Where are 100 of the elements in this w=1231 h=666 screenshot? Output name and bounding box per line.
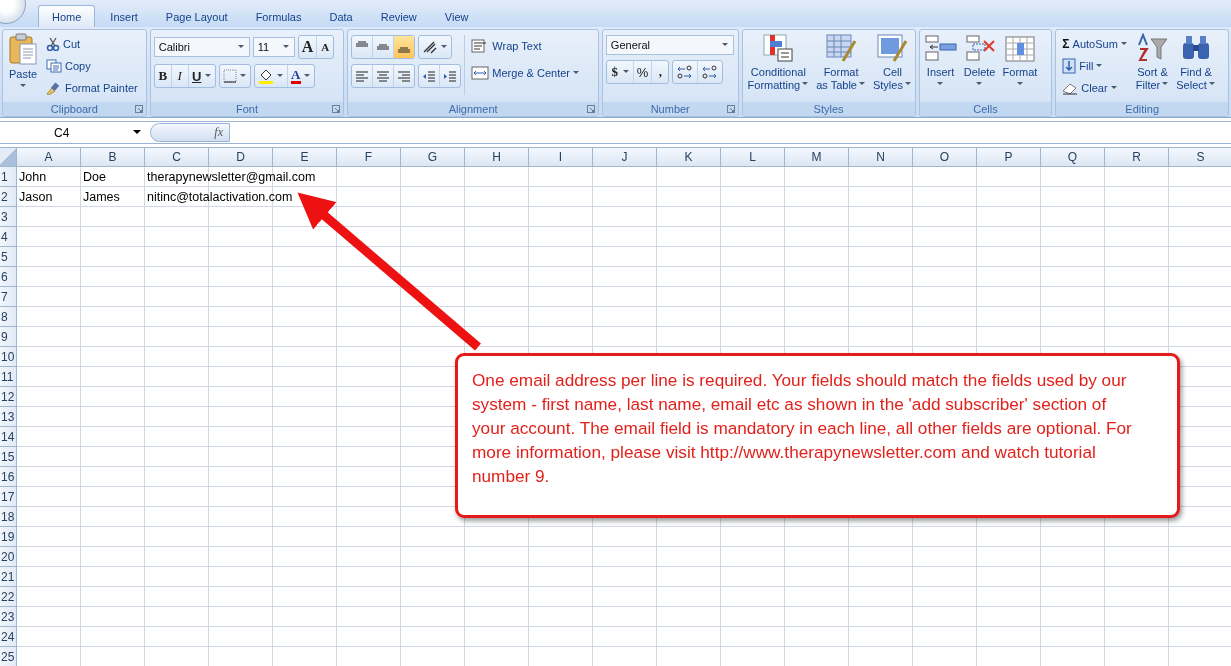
align-icon <box>376 69 391 83</box>
row-header[interactable]: 11 <box>0 367 17 387</box>
row-header[interactable]: 9 <box>0 327 17 347</box>
row-header[interactable]: 6 <box>0 267 17 287</box>
column-header[interactable]: O <box>913 148 977 167</box>
column-header[interactable]: Q <box>1041 148 1105 167</box>
ribbon-tab[interactable]: Data <box>316 6 366 27</box>
ribbon-button[interactable]: A <box>317 36 334 58</box>
group-label: Clipboard <box>50 103 98 115</box>
cell-text: John <box>19 170 47 184</box>
column-header[interactable]: J <box>593 148 657 167</box>
row-header[interactable]: 15 <box>0 447 17 467</box>
ribbon-button[interactable]: Format Painter <box>43 77 141 99</box>
row-header[interactable]: 1 <box>0 167 17 187</box>
ribbon-button[interactable]: I <box>171 65 189 87</box>
column-header[interactable]: E <box>273 148 337 167</box>
ribbon-button[interactable]: Format as Table <box>814 33 868 92</box>
insert-function-button[interactable]: fx <box>214 125 223 140</box>
table-brush-icon <box>825 33 858 63</box>
select-all-button[interactable] <box>0 148 17 167</box>
merge-cells-icon <box>471 66 490 80</box>
caret-icon <box>1162 82 1170 86</box>
row-header[interactable]: 21 <box>0 567 17 587</box>
ribbon-button[interactable]: Copy <box>43 55 141 77</box>
column-header[interactable]: D <box>209 148 273 167</box>
column-header[interactable]: S <box>1169 148 1231 167</box>
row-header[interactable]: 23 <box>0 607 17 627</box>
ribbon-button[interactable]: U <box>188 65 215 87</box>
row-header[interactable]: 25 <box>0 647 17 666</box>
row-header[interactable]: 14 <box>0 427 17 447</box>
caret-icon <box>1120 42 1128 46</box>
row-header[interactable]: 19 <box>0 527 17 547</box>
ribbon-button[interactable]: Σ AutoSum <box>1059 33 1131 55</box>
ribbon-button[interactable]: Merge & Center <box>468 62 583 84</box>
scissors-icon <box>46 37 60 51</box>
cell-text: Doe <box>83 170 106 184</box>
column-header[interactable]: A <box>17 148 81 167</box>
ribbon-button[interactable]: % <box>633 61 653 83</box>
row-header[interactable]: 16 <box>0 467 17 487</box>
ribbon-button[interactable]: Clear <box>1059 77 1131 99</box>
ribbon-button[interactable]: Paste <box>6 33 40 94</box>
ribbon-button[interactable]: Sort & Filter <box>1133 33 1172 92</box>
row-header[interactable]: 13 <box>0 407 17 427</box>
align-icon <box>376 41 391 53</box>
caret-icon <box>802 82 810 86</box>
group-label: Editing <box>1125 103 1159 115</box>
dropdown[interactable]: 11 <box>252 37 295 57</box>
row-header[interactable]: 5 <box>0 247 17 267</box>
ribbon-tab[interactable]: Home <box>38 5 96 27</box>
row-header[interactable]: 2 <box>0 187 17 207</box>
column-header[interactable]: M <box>785 148 849 167</box>
column-header[interactable]: C <box>145 148 209 167</box>
ribbon-tab[interactable]: Insert <box>97 6 151 27</box>
column-header[interactable]: R <box>1105 148 1169 167</box>
column-header[interactable]: K <box>657 148 721 167</box>
column-header[interactable]: I <box>529 148 593 167</box>
ribbon-tab[interactable]: Formulas <box>242 6 315 27</box>
ribbon-button[interactable]: A <box>298 36 318 58</box>
row-header[interactable]: 10 <box>0 347 17 367</box>
caret-icon <box>237 45 245 49</box>
group-label: Styles <box>813 103 844 115</box>
clipboard-icon <box>8 33 38 65</box>
ribbon-button[interactable]: , <box>652 61 669 83</box>
row-header[interactable]: 20 <box>0 547 17 567</box>
dropdown[interactable]: General <box>605 35 734 55</box>
ribbon-button[interactable]: Conditional Formatting <box>745 33 812 92</box>
row-header[interactable]: 8 <box>0 307 17 327</box>
ribbon-button[interactable]: Find & Select <box>1174 33 1218 92</box>
column-header[interactable]: N <box>849 148 913 167</box>
row-header[interactable]: 4 <box>0 227 17 247</box>
column-header[interactable]: F <box>337 148 401 167</box>
row-header[interactable]: 22 <box>0 587 17 607</box>
ribbon-button[interactable]: $ <box>606 61 634 83</box>
row-header[interactable]: 17 <box>0 487 17 507</box>
ribbon-button[interactable]: B <box>154 65 172 87</box>
row-header[interactable]: 3 <box>0 207 17 227</box>
ribbon-button[interactable]: Insert <box>922 33 959 92</box>
ribbon-tab[interactable]: Page Layout <box>152 6 241 27</box>
column-header[interactable]: H <box>465 148 529 167</box>
column-header[interactable]: P <box>977 148 1041 167</box>
column-header[interactable]: L <box>721 148 785 167</box>
row-header[interactable]: 12 <box>0 387 17 407</box>
caret-icon <box>573 71 580 75</box>
dropdown[interactable]: Calibri <box>153 37 250 57</box>
row-header[interactable]: 7 <box>0 287 17 307</box>
column-header[interactable]: G <box>401 148 465 167</box>
caret-icon <box>721 43 729 47</box>
ribbon-button[interactable]: Format <box>1000 33 1040 92</box>
row-header[interactable]: 18 <box>0 507 17 527</box>
column-header[interactable]: B <box>81 148 145 167</box>
ribbon-tab[interactable]: View <box>431 6 482 27</box>
caret-icon <box>1096 64 1104 68</box>
ribbon-button[interactable]: Delete <box>961 33 998 92</box>
name-box[interactable]: C4 <box>0 122 146 143</box>
ribbon-button[interactable]: Cut <box>43 33 141 55</box>
ribbon-button[interactable]: Cell Styles <box>870 33 914 92</box>
row-header[interactable]: 24 <box>0 627 17 647</box>
ribbon-button[interactable]: Fill <box>1059 55 1131 77</box>
ribbon-tab[interactable]: Review <box>367 6 430 27</box>
ribbon-button[interactable]: Wrap Text <box>468 35 583 57</box>
